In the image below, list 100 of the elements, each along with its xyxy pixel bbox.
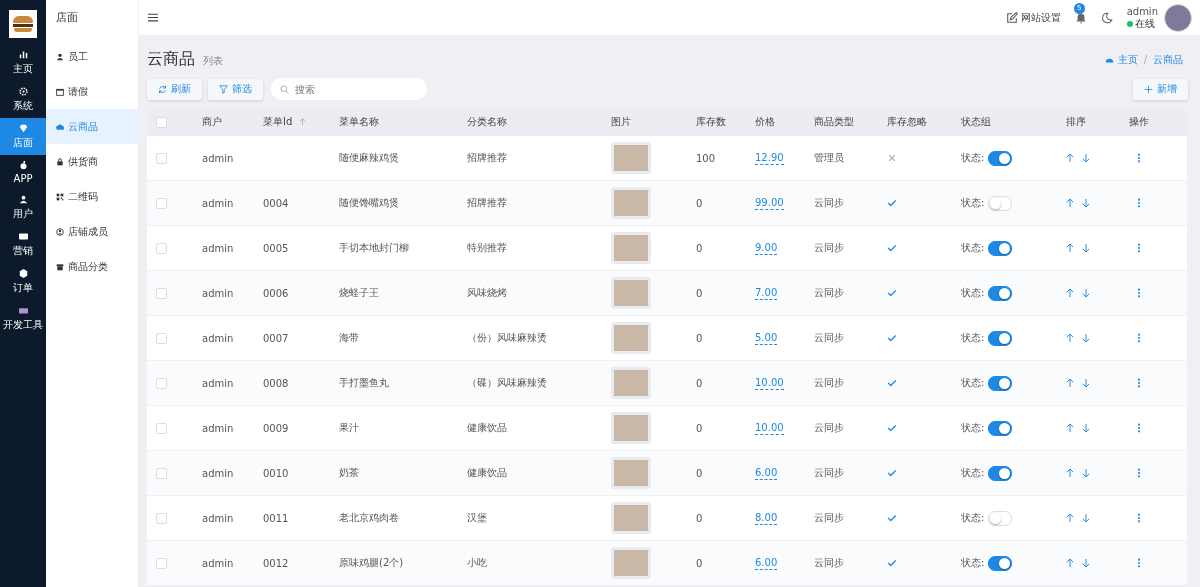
breadcrumb-separator: / bbox=[1143, 54, 1147, 65]
move-down-icon[interactable] bbox=[1082, 153, 1090, 163]
submenu-item[interactable]: 云商品 bbox=[46, 109, 138, 144]
table-cell: 随便馋嘴鸡煲 bbox=[339, 196, 399, 210]
move-up-icon[interactable] bbox=[1066, 198, 1074, 208]
select-all-checkbox[interactable] bbox=[156, 116, 167, 128]
row-checkbox[interactable] bbox=[156, 377, 167, 389]
status-switch[interactable] bbox=[988, 465, 1013, 481]
price-link[interactable]: 6.00 bbox=[755, 556, 778, 570]
status-switch[interactable] bbox=[988, 555, 1013, 571]
moon-icon[interactable] bbox=[1100, 11, 1113, 24]
more-icon[interactable] bbox=[1137, 468, 1141, 478]
refresh-button[interactable]: 刷新 bbox=[147, 78, 202, 100]
table-cell: 老北京鸡肉卷 bbox=[339, 511, 399, 525]
add-button[interactable]: 新增 bbox=[1133, 78, 1188, 100]
column-header: 商户 bbox=[202, 115, 222, 129]
row-checkbox[interactable] bbox=[156, 422, 167, 434]
more-icon[interactable] bbox=[1137, 423, 1141, 433]
status-switch[interactable] bbox=[988, 420, 1013, 436]
status-switch[interactable] bbox=[988, 375, 1013, 391]
rail-item[interactable]: 开发工具 bbox=[0, 300, 46, 337]
search-field[interactable]: 搜索 bbox=[271, 78, 427, 100]
move-down-icon[interactable] bbox=[1082, 378, 1090, 388]
filter-button[interactable]: 筛选 bbox=[208, 78, 263, 100]
row-checkbox[interactable] bbox=[156, 332, 167, 344]
user-name: admin bbox=[1126, 5, 1158, 18]
row-checkbox[interactable] bbox=[156, 512, 167, 524]
row-checkbox[interactable] bbox=[156, 287, 167, 299]
move-down-icon[interactable] bbox=[1082, 558, 1090, 568]
move-up-icon[interactable] bbox=[1066, 558, 1074, 568]
table-cell: 健康饮品 bbox=[467, 466, 507, 480]
status-label: 状态: bbox=[961, 151, 985, 165]
row-checkbox[interactable] bbox=[156, 197, 167, 209]
status-switch[interactable] bbox=[988, 150, 1013, 166]
table-cell: 云同步 bbox=[814, 196, 844, 210]
price-link[interactable]: 10.00 bbox=[755, 421, 784, 435]
move-up-icon[interactable] bbox=[1066, 513, 1074, 523]
rail-item[interactable]: 系统 bbox=[0, 81, 46, 118]
price-link[interactable]: 6.00 bbox=[755, 466, 778, 480]
move-down-icon[interactable] bbox=[1082, 288, 1090, 298]
breadcrumb-link[interactable]: 主页 bbox=[1117, 52, 1138, 67]
price-link[interactable]: 8.00 bbox=[755, 511, 778, 525]
column-header: 商品类型 bbox=[814, 115, 854, 129]
site-settings-button[interactable]: 网站设置 bbox=[1005, 10, 1061, 25]
submenu-item[interactable]: 供货商 bbox=[46, 144, 138, 179]
row-checkbox[interactable] bbox=[156, 152, 167, 164]
more-icon[interactable] bbox=[1137, 288, 1141, 298]
move-up-icon[interactable] bbox=[1066, 243, 1074, 253]
submenu-item[interactable]: 员工 bbox=[46, 39, 138, 74]
status-label: 状态: bbox=[961, 421, 985, 435]
price-link[interactable]: 99.00 bbox=[755, 196, 784, 210]
rail-item[interactable]: 店面 bbox=[0, 118, 46, 155]
more-icon[interactable] bbox=[1137, 513, 1141, 523]
more-icon[interactable] bbox=[1137, 243, 1141, 253]
table-cell: 特别推荐 bbox=[467, 241, 507, 255]
move-down-icon[interactable] bbox=[1082, 243, 1090, 253]
move-down-icon[interactable] bbox=[1082, 198, 1090, 208]
move-down-icon[interactable] bbox=[1082, 423, 1090, 433]
move-up-icon[interactable] bbox=[1066, 423, 1074, 433]
move-up-icon[interactable] bbox=[1066, 333, 1074, 343]
rail-item[interactable]: 订单 bbox=[0, 263, 46, 300]
avatar[interactable] bbox=[1164, 3, 1192, 32]
price-link[interactable]: 9.00 bbox=[755, 241, 778, 255]
table-cell: 0 bbox=[696, 332, 703, 344]
more-icon[interactable] bbox=[1137, 333, 1141, 343]
more-icon[interactable] bbox=[1137, 198, 1141, 208]
column-header: 菜单名称 bbox=[339, 115, 379, 129]
table-cell: 0 bbox=[696, 377, 703, 389]
row-checkbox[interactable] bbox=[156, 467, 167, 479]
status-switch[interactable] bbox=[988, 330, 1013, 346]
move-up-icon[interactable] bbox=[1066, 378, 1074, 388]
row-checkbox[interactable] bbox=[156, 557, 167, 569]
submenu-item[interactable]: 二维码 bbox=[46, 179, 138, 214]
more-icon[interactable] bbox=[1137, 558, 1141, 568]
hex-icon bbox=[18, 269, 28, 278]
status-switch[interactable] bbox=[988, 240, 1013, 256]
more-icon[interactable] bbox=[1137, 153, 1141, 163]
price-link[interactable]: 12.90 bbox=[755, 151, 784, 165]
status-label: 状态: bbox=[961, 556, 985, 570]
move-down-icon[interactable] bbox=[1082, 513, 1090, 523]
more-icon[interactable] bbox=[1137, 378, 1141, 388]
price-link[interactable]: 5.00 bbox=[755, 331, 778, 345]
move-up-icon[interactable] bbox=[1066, 153, 1074, 163]
menu-icon[interactable] bbox=[148, 13, 158, 22]
submenu-item[interactable]: 商品分类 bbox=[46, 249, 138, 284]
row-checkbox[interactable] bbox=[156, 242, 167, 254]
move-down-icon[interactable] bbox=[1082, 333, 1090, 343]
rail-item[interactable]: 用户 bbox=[0, 189, 46, 226]
rail-item[interactable]: APP bbox=[0, 155, 46, 189]
price-link[interactable]: 10.00 bbox=[755, 376, 784, 390]
price-link[interactable]: 7.00 bbox=[755, 286, 778, 300]
move-up-icon[interactable] bbox=[1066, 288, 1074, 298]
status-switch[interactable] bbox=[988, 285, 1013, 301]
move-up-icon[interactable] bbox=[1066, 468, 1074, 478]
breadcrumb-link[interactable]: 云商品 bbox=[1153, 52, 1183, 67]
rail-item[interactable]: 主页 bbox=[0, 44, 46, 81]
submenu-item[interactable]: 请假 bbox=[46, 74, 138, 109]
submenu-item[interactable]: 店铺成员 bbox=[46, 214, 138, 249]
rail-item[interactable]: 营销 bbox=[0, 226, 46, 263]
move-down-icon[interactable] bbox=[1082, 468, 1090, 478]
